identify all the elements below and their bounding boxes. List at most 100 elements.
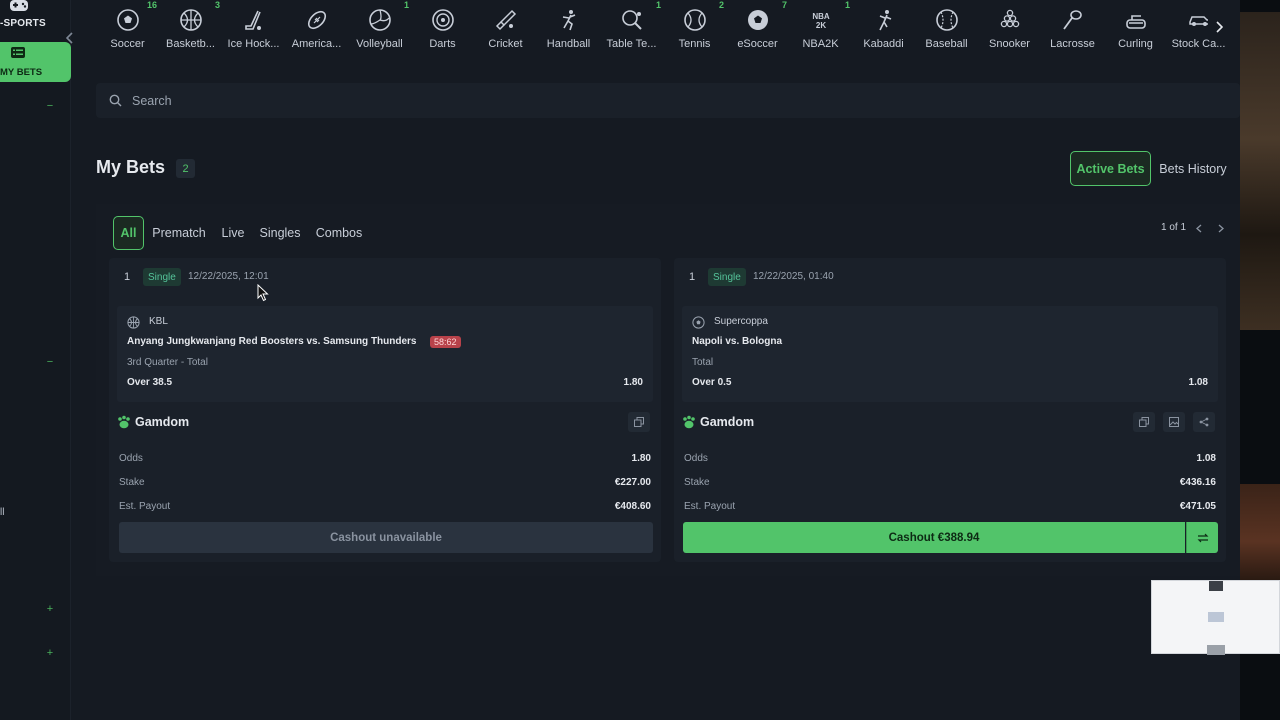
soccer-ball-icon — [692, 316, 705, 329]
sport-name: Stock Ca... — [1171, 38, 1226, 50]
cashout-button[interactable]: Cashout €388.94 — [683, 522, 1185, 553]
bet-index: 1 — [689, 271, 696, 283]
table-tennis-icon — [621, 10, 642, 30]
sport-name: Table Te... — [606, 38, 657, 50]
mouse-cursor-icon — [257, 284, 269, 302]
sidebar-item-label: MY BETS — [0, 67, 43, 78]
sport-tab[interactable]: 7 eSoccer — [726, 0, 789, 52]
pagination-prev-button[interactable] — [1192, 220, 1206, 236]
sidebar-item-my-bets[interactable]: MY BETS — [0, 42, 71, 82]
handball-player-icon — [562, 10, 575, 31]
expand-group-toggle[interactable]: + — [44, 647, 56, 659]
bet-card: 1 Single 12/22/2025, 12:01 KBL Anyang Ju… — [109, 258, 661, 562]
match-name[interactable]: Napoli vs. Bologna — [692, 336, 782, 347]
list-icon — [11, 47, 25, 58]
bet-date: 12/22/2025, 12:01 — [188, 271, 269, 282]
active-bets-tab[interactable]: Active Bets — [1070, 151, 1151, 186]
live-score-badge: 58:62 — [430, 336, 461, 348]
sport-count: 1 — [844, 0, 850, 10]
volleyball-icon — [368, 9, 391, 31]
copy-button[interactable] — [628, 412, 650, 432]
payout-value: €471.05 — [1179, 501, 1216, 512]
sidebar-collapse-button[interactable] — [60, 28, 80, 48]
sport-tab[interactable]: Lacrosse — [1041, 4, 1104, 52]
sport-name: Cricket — [488, 38, 523, 50]
sport-tab[interactable]: Darts — [411, 4, 474, 52]
sport-tab[interactable]: Kabaddi — [852, 4, 915, 52]
odds-label: Odds — [684, 453, 708, 464]
filter-all[interactable]: All — [113, 216, 144, 250]
cashout-options-button[interactable] — [1186, 522, 1218, 553]
sport-tab[interactable]: Cricket — [474, 4, 537, 52]
sport-tab[interactable]: Curling — [1104, 4, 1167, 52]
sport-tab[interactable]: 16 Soccer — [96, 0, 159, 52]
sport-name: Curling — [1118, 38, 1153, 50]
notification-popup[interactable] — [1151, 580, 1280, 655]
bets-count-badge: 2 — [176, 159, 195, 178]
selection-pick: Over 0.5 — [692, 377, 732, 388]
sidebar-truncated-text: ll — [0, 507, 5, 518]
stake-value: €227.00 — [614, 477, 651, 488]
pagination-next-button[interactable] — [1214, 220, 1228, 236]
image-icon — [1169, 417, 1179, 427]
sport-tab[interactable]: Baseball — [915, 4, 978, 52]
payout-value: €408.60 — [614, 501, 651, 512]
sport-name: Basketb... — [166, 38, 215, 50]
sport-name: Soccer — [110, 38, 145, 50]
copy-icon — [634, 417, 644, 427]
lacrosse-stick-icon — [1062, 10, 1082, 30]
sport-tab[interactable]: 2 Tennis — [663, 0, 726, 52]
left-sidebar: -SPORTS MY BETS − − + + ll — [0, 0, 71, 720]
sport-count: 2 — [718, 0, 724, 10]
sports-category-bar: 16 Soccer 3 Basketb... Ice Hock... America...… — [96, 0, 1240, 52]
sport-name: Darts — [429, 38, 456, 50]
sport-tab[interactable]: Snooker — [978, 4, 1041, 52]
paw-logo-icon — [118, 415, 130, 429]
copy-button[interactable] — [1133, 412, 1155, 432]
gamepad-icon — [10, 0, 28, 11]
paw-logo-icon — [683, 415, 695, 429]
market-name: 3rd Quarter - Total — [127, 357, 208, 368]
collapse-group-toggle[interactable]: − — [44, 100, 56, 112]
bet-selection: KBL Anyang Jungkwanjang Red Boosters vs.… — [117, 306, 653, 402]
sport-tab[interactable]: Ice Hock... — [222, 4, 285, 52]
brand-name: Gamdom — [135, 415, 190, 429]
sport-count: 1 — [655, 0, 661, 10]
sport-tab[interactable]: 1 Table Te... — [600, 0, 663, 52]
sport-tab[interactable]: Handball — [537, 4, 600, 52]
chevron-left-icon — [66, 32, 73, 44]
bet-card: 1 Single 12/22/2025, 01:40 Supercoppa Na… — [674, 258, 1226, 562]
search-icon — [109, 94, 122, 107]
filter-live[interactable]: Live — [218, 216, 248, 250]
collapse-group-toggle[interactable]: − — [44, 356, 56, 368]
chevron-right-icon — [1218, 224, 1224, 232]
share-button[interactable] — [1193, 412, 1215, 432]
sport-tab[interactable]: 3 Basketb... — [159, 0, 222, 52]
odds-value: 1.80 — [631, 453, 651, 464]
brand-name: Gamdom — [700, 415, 755, 429]
chevron-right-icon — [1216, 21, 1223, 33]
basketball-icon — [127, 316, 140, 329]
sport-tab[interactable]: 1 Volleyball — [348, 0, 411, 52]
filter-prematch[interactable]: Prematch — [148, 216, 210, 250]
filter-singles[interactable]: Singles — [256, 216, 304, 250]
background-artwork — [1240, 484, 1280, 580]
sport-name: Lacrosse — [1050, 38, 1095, 50]
image-button[interactable] — [1163, 412, 1185, 432]
sport-name: Kabaddi — [863, 38, 904, 50]
sport-tab[interactable]: NBA 2K 1 NBA2K — [789, 0, 852, 52]
selection-odds: 1.80 — [623, 377, 643, 388]
sport-tab[interactable]: America... — [285, 4, 348, 52]
odds-label: Odds — [119, 453, 143, 464]
filter-combos[interactable]: Combos — [312, 216, 366, 250]
search-input[interactable] — [132, 83, 1132, 118]
expand-group-toggle[interactable]: + — [44, 603, 56, 615]
stake-label: Stake — [119, 477, 145, 488]
sport-count: 7 — [781, 0, 787, 10]
sport-name: Volleyball — [356, 38, 403, 50]
sports-scroll-right-button[interactable] — [1208, 16, 1230, 38]
bets-history-tab[interactable]: Bets History — [1155, 151, 1231, 186]
match-name[interactable]: Anyang Jungkwanjang Red Boosters vs. Sam… — [127, 336, 417, 347]
sport-count: 1 — [403, 0, 409, 10]
snooker-balls-icon — [1000, 9, 1019, 28]
